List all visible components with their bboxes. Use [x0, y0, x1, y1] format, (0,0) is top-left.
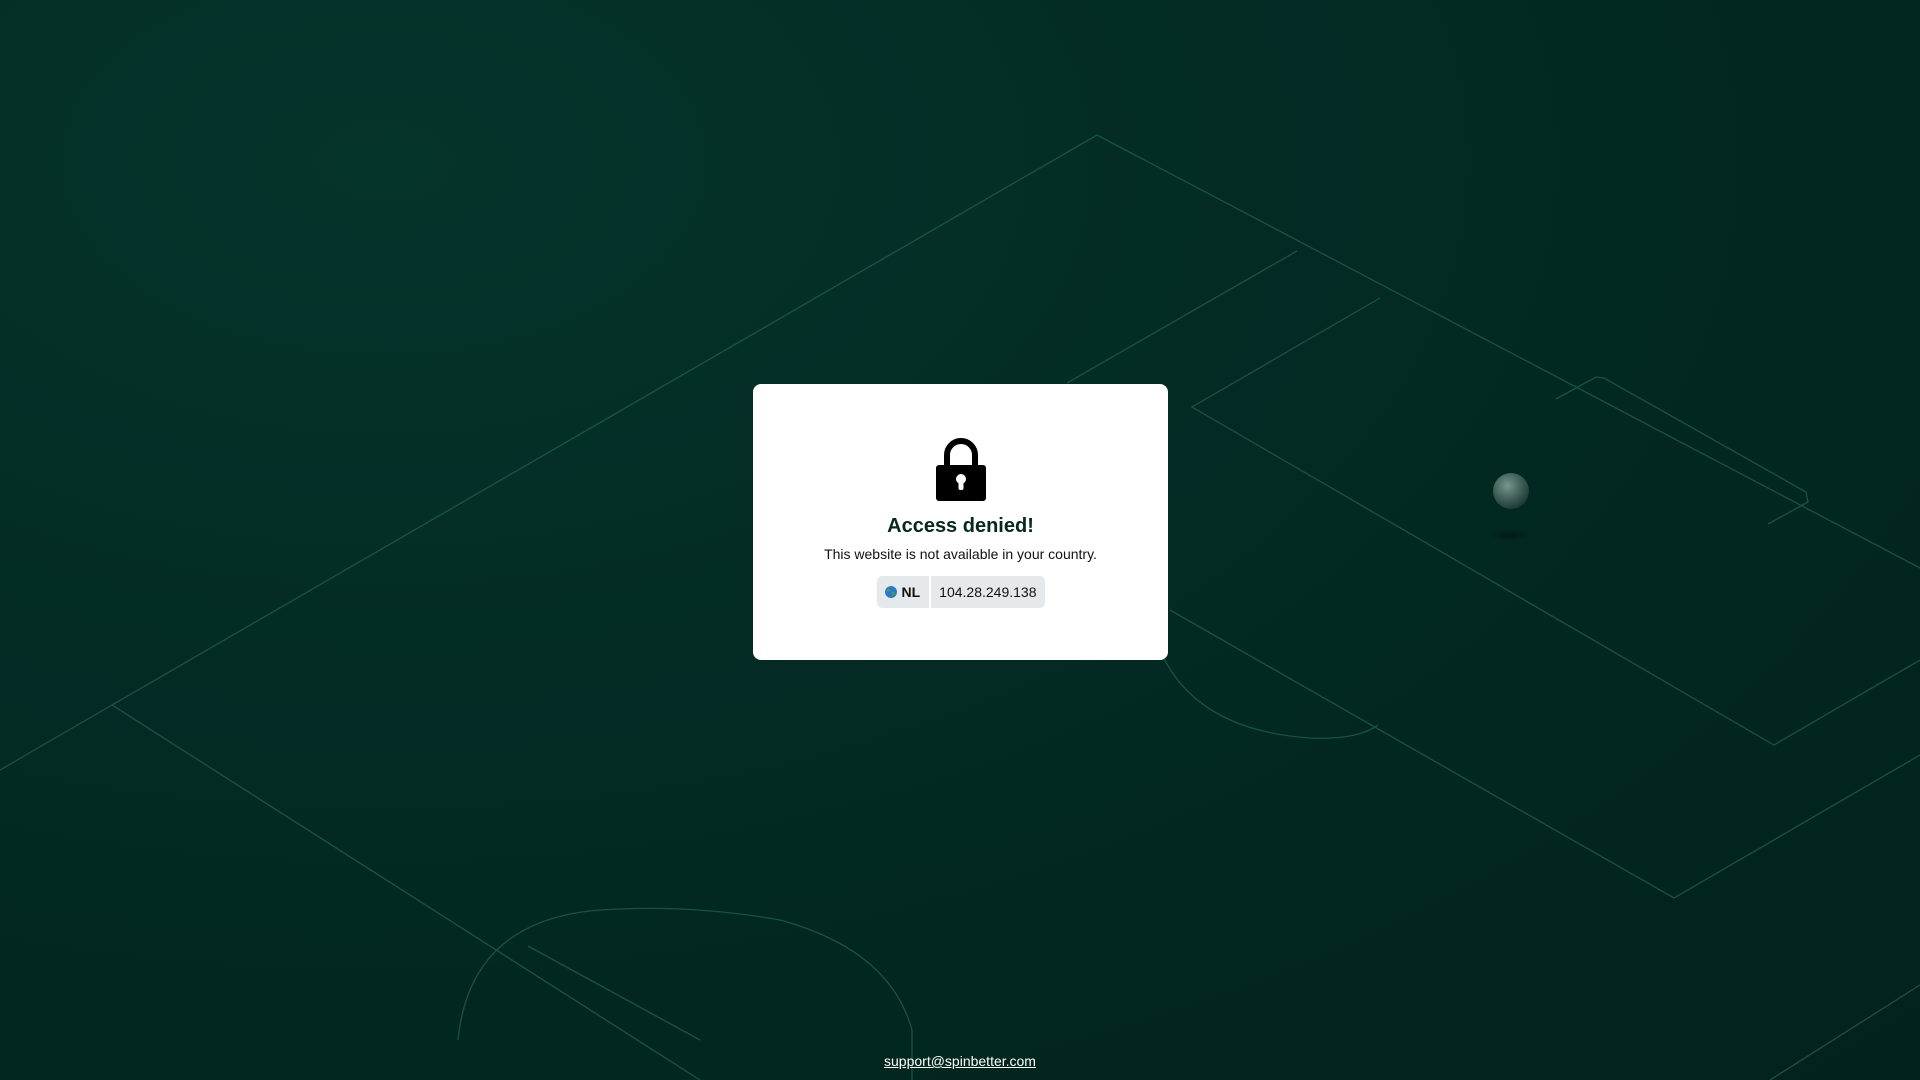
access-denied-dialog: Access denied! This website is not avail…	[753, 384, 1168, 660]
country-badge: NL	[876, 576, 930, 608]
support-email-link[interactable]: support@spinbetter.com	[884, 1053, 1036, 1069]
country-code: NL	[901, 584, 921, 600]
location-info: NL 104.28.249.138	[876, 576, 1045, 608]
lock-icon	[935, 438, 986, 501]
access-message: This website is not available in your co…	[824, 546, 1097, 562]
support-footer: support@spinbetter.com	[0, 1052, 1920, 1070]
page-title: Access denied!	[887, 515, 1034, 537]
globe-icon	[884, 586, 897, 598]
ip-address: 104.28.249.138	[931, 576, 1045, 608]
